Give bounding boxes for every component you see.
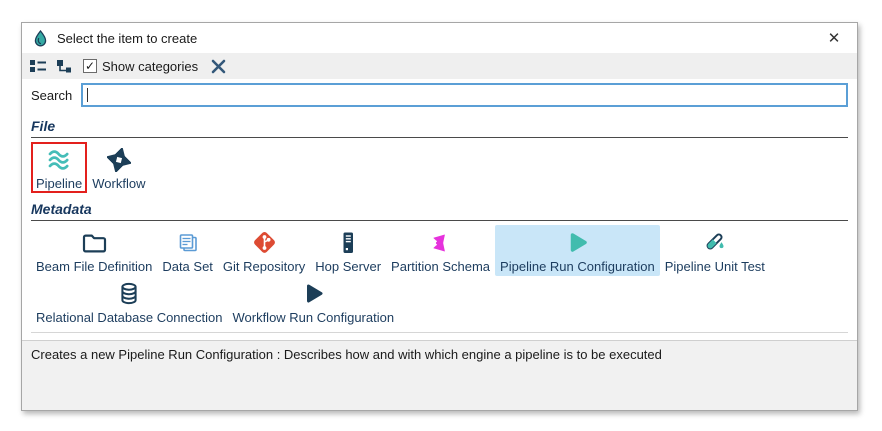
item-label: Pipeline Unit Test bbox=[665, 259, 765, 274]
item-git-repository[interactable]: Git Repository bbox=[218, 225, 310, 276]
server-icon bbox=[335, 229, 362, 256]
item-label: Hop Server bbox=[315, 259, 381, 274]
status-text: Creates a new Pipeline Run Configuration… bbox=[31, 347, 662, 362]
item-pipeline[interactable]: Pipeline bbox=[31, 142, 87, 193]
clear-search-icon[interactable] bbox=[211, 57, 226, 75]
titlebar: Select the item to create ✕ bbox=[22, 23, 857, 53]
data-sheet-icon bbox=[174, 229, 201, 256]
status-bar: Creates a new Pipeline Run Configuration… bbox=[22, 340, 857, 410]
item-label: Data Set bbox=[162, 259, 213, 274]
section-heading-file: File bbox=[22, 112, 857, 137]
item-label: Pipeline Run Configuration bbox=[500, 259, 655, 274]
item-beam-file-definition[interactable]: Beam File Definition bbox=[31, 225, 157, 276]
item-label: Workflow bbox=[92, 176, 145, 191]
item-hop-server[interactable]: Hop Server bbox=[310, 225, 386, 276]
metadata-items-row: Beam File Definition Data Set bbox=[22, 221, 857, 329]
search-input[interactable] bbox=[83, 85, 846, 105]
search-row: Search bbox=[22, 79, 857, 112]
tree-view-icon[interactable] bbox=[56, 57, 72, 75]
create-item-dialog: Select the item to create ✕ ✓ Show categ… bbox=[21, 22, 858, 411]
pipeline-icon bbox=[46, 146, 73, 173]
play-navy-icon bbox=[300, 280, 327, 307]
search-label: Search bbox=[31, 88, 72, 103]
toolbar: ✓ Show categories bbox=[22, 53, 857, 79]
workflow-icon bbox=[105, 146, 132, 173]
show-categories-checkbox[interactable]: ✓ Show categories bbox=[83, 59, 198, 74]
item-pipeline-unit-test[interactable]: Pipeline Unit Test bbox=[660, 225, 770, 276]
item-label: Relational Database Connection bbox=[36, 310, 222, 325]
file-items-row: Pipeline Workf bbox=[22, 138, 857, 195]
item-pipeline-run-configuration[interactable]: Pipeline Run Configuration bbox=[495, 225, 660, 276]
item-label: Workflow Run Configuration bbox=[232, 310, 394, 325]
hop-logo-icon bbox=[33, 30, 48, 47]
item-label: Git Repository bbox=[223, 259, 305, 274]
item-relational-database-connection[interactable]: Relational Database Connection bbox=[31, 276, 227, 327]
database-icon bbox=[116, 280, 143, 307]
dialog-title: Select the item to create bbox=[57, 31, 197, 46]
section-heading-metadata: Metadata bbox=[22, 195, 857, 220]
list-view-icon[interactable] bbox=[29, 57, 47, 75]
folder-icon bbox=[81, 229, 108, 256]
text-caret bbox=[87, 88, 88, 102]
play-teal-icon bbox=[564, 229, 591, 256]
item-workflow-run-configuration[interactable]: Workflow Run Configuration bbox=[227, 276, 399, 327]
item-data-set[interactable]: Data Set bbox=[157, 225, 218, 276]
split-arrows-icon bbox=[427, 229, 454, 256]
item-workflow[interactable]: Workflow bbox=[87, 142, 150, 193]
item-label: Partition Schema bbox=[391, 259, 490, 274]
metadata-bottom-rule bbox=[31, 332, 848, 333]
checkbox-check-icon[interactable]: ✓ bbox=[83, 59, 97, 73]
item-partition-schema[interactable]: Partition Schema bbox=[386, 225, 495, 276]
git-icon bbox=[251, 229, 278, 256]
close-icon[interactable]: ✕ bbox=[823, 27, 845, 49]
show-categories-label: Show categories bbox=[102, 59, 198, 74]
item-label: Beam File Definition bbox=[36, 259, 152, 274]
search-box bbox=[81, 83, 848, 107]
test-tube-icon bbox=[701, 229, 728, 256]
item-label: Pipeline bbox=[36, 176, 82, 191]
